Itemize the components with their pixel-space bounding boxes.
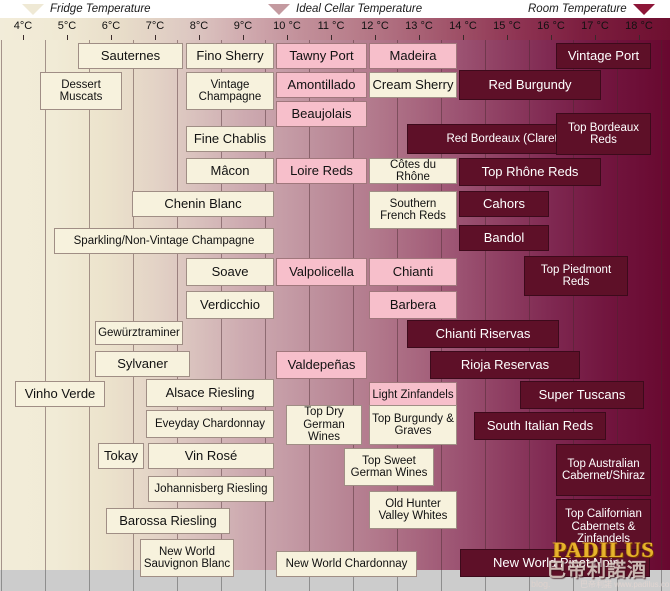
legend-room-temperature: Room Temperature bbox=[528, 0, 655, 18]
wine-box[interactable]: Mâcon bbox=[186, 158, 274, 184]
legend-cellar-label: Ideal Cellar Temperature bbox=[296, 3, 423, 15]
wine-box[interactable]: Cahors bbox=[459, 191, 549, 217]
legend-bar: Fridge Temperature Ideal Cellar Temperat… bbox=[0, 0, 670, 18]
wine-box[interactable]: Chianti bbox=[369, 258, 457, 286]
footer-grid-line bbox=[45, 570, 46, 591]
wine-box[interactable]: Old Hunter Valley Whites bbox=[369, 491, 457, 529]
wine-box[interactable]: New World Pinot Noir bbox=[460, 549, 650, 577]
wine-box[interactable]: Red Burgundy bbox=[459, 70, 601, 100]
footer-grid-line bbox=[133, 570, 134, 591]
wine-box[interactable]: Top Piedmont Reds bbox=[524, 256, 628, 296]
grid-line bbox=[45, 40, 46, 570]
wine-serving-temperature-chart: Fridge Temperature Ideal Cellar Temperat… bbox=[0, 0, 670, 591]
axis-tick-label: 18 °C bbox=[625, 20, 653, 32]
wine-box[interactable]: Top Burgundy & Graves bbox=[369, 405, 457, 445]
wine-box[interactable]: Côtes du Rhône bbox=[369, 158, 457, 184]
wine-box[interactable]: Rioja Reservas bbox=[430, 351, 580, 379]
triangle-down-icon bbox=[268, 3, 290, 15]
wine-box[interactable]: Beaujolais bbox=[276, 101, 367, 127]
wine-box[interactable]: Alsace Riesling bbox=[146, 379, 274, 407]
wine-box[interactable]: Barossa Riesling bbox=[106, 508, 230, 534]
wine-box[interactable]: Loire Reds bbox=[276, 158, 367, 184]
legend-fridge-temperature: Fridge Temperature bbox=[22, 0, 151, 18]
wine-box[interactable]: Vinho Verde bbox=[15, 381, 105, 407]
triangle-down-icon bbox=[632, 3, 655, 15]
wine-box[interactable]: Tawny Port bbox=[276, 43, 367, 69]
grid-line bbox=[89, 40, 90, 570]
wine-box[interactable]: Vintage Champagne bbox=[186, 72, 274, 110]
grid-line bbox=[133, 40, 134, 570]
legend-ideal-cellar-temperature: Ideal Cellar Temperature bbox=[268, 0, 422, 18]
wine-box[interactable]: Amontillado bbox=[276, 72, 367, 98]
wine-box[interactable]: Top Californian Cabernets & Zinfandels bbox=[556, 499, 651, 555]
wine-box[interactable]: Sparkling/Non-Vintage Champagne bbox=[54, 228, 274, 254]
wine-box[interactable]: Chenin Blanc bbox=[132, 191, 274, 217]
wine-box[interactable]: Cream Sherry bbox=[369, 72, 457, 98]
wine-box[interactable]: Dessert Muscats bbox=[40, 72, 122, 110]
temperature-axis: 4°C 5°C 6°C 7°C 8°C 9°C 10 °C 11 °C 12 °C 13 °C 14… bbox=[0, 18, 670, 42]
wine-box[interactable]: Bandol bbox=[459, 225, 549, 251]
triangle-down-icon bbox=[22, 3, 44, 15]
footer-grid-line bbox=[1, 570, 2, 591]
wine-box[interactable]: Sauternes bbox=[78, 43, 183, 69]
legend-fridge-label: Fridge Temperature bbox=[50, 3, 151, 15]
grid-line bbox=[485, 40, 486, 570]
footer-grid-line bbox=[89, 570, 90, 591]
footer-grid-line bbox=[441, 570, 442, 591]
wine-box[interactable]: Top Rhône Reds bbox=[459, 158, 601, 186]
grid-line bbox=[529, 40, 530, 570]
wine-box[interactable]: Sylvaner bbox=[95, 351, 190, 377]
wine-box[interactable]: Chianti Riservas bbox=[407, 320, 559, 348]
wine-box[interactable]: Fine Chablis bbox=[186, 126, 274, 152]
wine-box[interactable]: Top Bordeaux Reds bbox=[556, 113, 651, 155]
wine-box[interactable]: Top Australian Cabernet/Shiraz bbox=[556, 444, 651, 496]
wine-box[interactable]: Top Sweet German Wines bbox=[344, 448, 434, 486]
wine-box[interactable]: Valpolicella bbox=[276, 258, 367, 286]
wine-box[interactable]: Vintage Port bbox=[556, 43, 651, 69]
wine-box[interactable]: Madeira bbox=[369, 43, 457, 69]
grid-line bbox=[661, 40, 662, 570]
wine-box[interactable]: Gewürztraminer bbox=[95, 321, 183, 345]
wine-box[interactable]: South Italian Reds bbox=[474, 412, 606, 440]
wine-box[interactable]: Barbera bbox=[369, 291, 457, 319]
wine-box[interactable]: Tokay bbox=[98, 443, 144, 469]
footer-grid-line bbox=[265, 570, 266, 591]
wine-box[interactable]: Verdicchio bbox=[186, 291, 274, 319]
wine-box[interactable]: New World Chardonnay bbox=[276, 551, 417, 577]
wine-box[interactable]: Super Tuscans bbox=[520, 381, 644, 409]
wine-box[interactable]: Top Dry German Wines bbox=[286, 405, 362, 445]
wine-box[interactable]: Soave bbox=[186, 258, 274, 286]
wine-box[interactable]: Vin Rosé bbox=[148, 443, 274, 469]
footer-grid-line bbox=[661, 570, 662, 591]
wine-box[interactable]: Valdepeñas bbox=[276, 351, 367, 379]
grid-line bbox=[1, 40, 2, 570]
wine-box[interactable]: Fino Sherry bbox=[186, 43, 274, 69]
wine-box[interactable]: Southern French Reds bbox=[369, 191, 457, 229]
wine-box[interactable]: New World Sauvignon Blanc bbox=[140, 539, 234, 577]
wine-box[interactable]: Eveyday Chardonnay bbox=[146, 410, 274, 438]
wine-box[interactable]: Johannisberg Riesling bbox=[148, 476, 274, 502]
legend-room-label: Room Temperature bbox=[528, 3, 627, 15]
